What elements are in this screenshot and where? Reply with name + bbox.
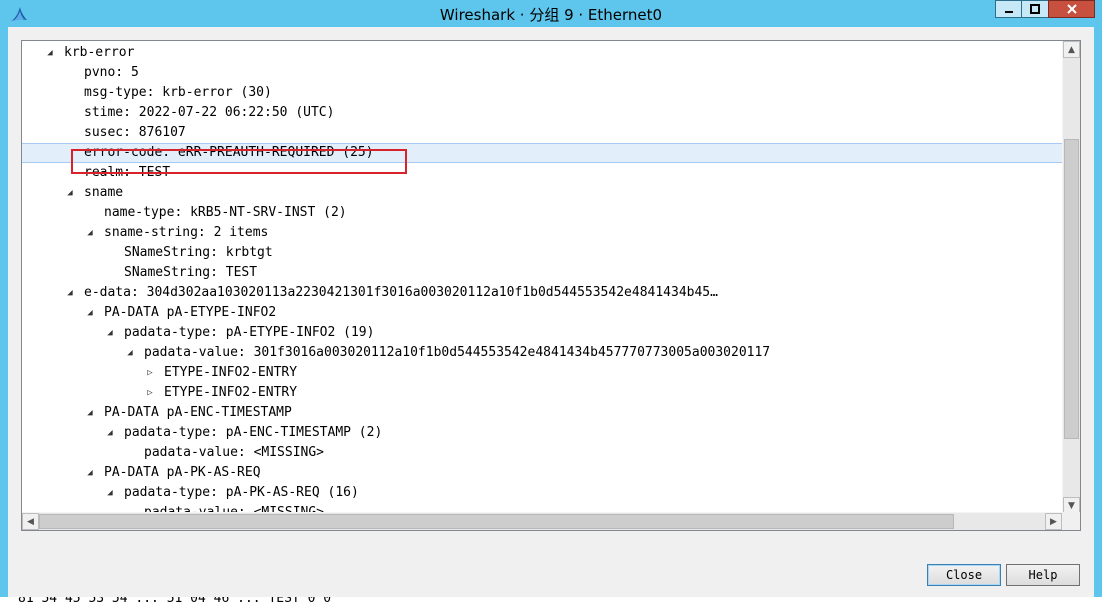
tree-row-label: padata-type: pA-ETYPE-INFO2 (19): [124, 325, 375, 340]
tree-row[interactable]: ▷ ETYPE-INFO2-ENTRY: [22, 383, 1062, 403]
tree-row-label: krb-error: [64, 45, 135, 60]
minimize-icon: [1004, 11, 1013, 13]
tree-row[interactable]: ◢ krb-error: [22, 43, 1062, 63]
tree-row-label: susec: 876107: [84, 125, 186, 140]
tree-row[interactable]: ▷ ETYPE-INFO2-ENTRY: [22, 363, 1062, 383]
tree-row[interactable]: ◢ padata-type: pA-PK-AS-REQ (16): [22, 483, 1062, 503]
scroll-left-button[interactable]: ◀: [22, 513, 39, 530]
expanded-arrow-icon[interactable]: ◢: [124, 343, 136, 363]
expanded-arrow-icon[interactable]: ◢: [84, 223, 96, 243]
window-title: Wireshark · 分组 9 · Ethernet0: [439, 6, 663, 24]
expanded-arrow-icon[interactable]: ◢: [84, 403, 96, 423]
tree-row-label: pvno: 5: [84, 65, 139, 80]
tree-row-label: SNameString: TEST: [124, 265, 258, 280]
maximize-button[interactable]: [1021, 0, 1048, 18]
tree-row-label: msg-type: krb-error (30): [84, 85, 272, 100]
tree-row[interactable]: ◢ padata-value: 301f3016a003020112a10f1b0…: [22, 343, 1062, 363]
tree-row[interactable]: stime: 2022-07-22 06:22:50 (UTC): [22, 103, 1062, 123]
tree-row[interactable]: susec: 876107: [22, 123, 1062, 143]
vertical-scroll-thumb[interactable]: [1064, 139, 1079, 439]
dialog-window: Wireshark · 分组 9 · Ethernet0 ◢ krb-error p…: [0, 0, 1102, 607]
minimize-button[interactable]: [995, 0, 1021, 18]
tree-row[interactable]: msg-type: krb-error (30): [22, 83, 1062, 103]
vertical-scrollbar[interactable]: ▲ ▼: [1062, 41, 1080, 514]
collapsed-arrow-icon[interactable]: ▷: [144, 383, 156, 403]
close-button[interactable]: Close: [927, 564, 1001, 586]
chevron-left-icon: ◀: [27, 516, 34, 527]
expanded-arrow-icon[interactable]: ◢: [104, 323, 116, 343]
expanded-arrow-icon[interactable]: ◢: [64, 183, 76, 203]
tree-row[interactable]: ◢ padata-type: pA-ETYPE-INFO2 (19): [22, 323, 1062, 343]
chevron-right-icon: ▶: [1050, 516, 1057, 527]
expanded-arrow-icon[interactable]: ◢: [84, 303, 96, 323]
chevron-up-icon: ▲: [1068, 44, 1075, 55]
expanded-arrow-icon[interactable]: ◢: [84, 463, 96, 483]
tree-row-label: SNameString: krbtgt: [124, 245, 273, 260]
window-close-button[interactable]: [1048, 0, 1095, 18]
tree-row-label: padata-value: 301f3016a003020112a10f1b0d…: [144, 345, 771, 360]
close-icon: [1066, 4, 1077, 14]
tree-row-label: stime: 2022-07-22 06:22:50 (UTC): [84, 105, 335, 120]
tree-row-label: e-data: 304d302aa103020113a2230421301f30…: [84, 285, 718, 300]
tree-row-label: padata-type: pA-ENC-TIMESTAMP (2): [124, 425, 383, 440]
tree-row-label: padata-value: <MISSING>: [144, 445, 325, 460]
tree-row[interactable]: padata-value: <MISSING>: [22, 443, 1062, 463]
tree-row[interactable]: ◢ PA-DATA pA-ENC-TIMESTAMP: [22, 403, 1062, 423]
scroll-up-button[interactable]: ▲: [1063, 41, 1080, 58]
help-button[interactable]: Help: [1006, 564, 1080, 586]
scroll-right-button[interactable]: ▶: [1045, 513, 1062, 530]
collapsed-arrow-icon[interactable]: ▷: [144, 363, 156, 383]
tree-row-label: PA-DATA pA-PK-AS-REQ: [104, 465, 261, 480]
tree-row-label: sname-string: 2 items: [104, 225, 269, 240]
annotation-highlight-box: [71, 149, 407, 174]
tree-row-label: padata-type: pA-PK-AS-REQ (16): [124, 485, 359, 500]
tree-row-label: PA-DATA pA-ETYPE-INFO2: [104, 305, 277, 320]
tree-row-label: ETYPE-INFO2-ENTRY: [164, 385, 298, 400]
title-bar[interactable]: Wireshark · 分组 9 · Ethernet0: [0, 0, 1102, 27]
tree-row[interactable]: ◢ padata-type: pA-ENC-TIMESTAMP (2): [22, 423, 1062, 443]
packet-details-tree: ◢ krb-error pvno: 5 msg-type: krb-error (30…: [21, 40, 1081, 531]
maximize-icon: [1030, 4, 1040, 14]
tree-viewport: ◢ krb-error pvno: 5 msg-type: krb-error (30…: [22, 41, 1062, 514]
tree-row[interactable]: ◢ sname: [22, 183, 1062, 203]
background-window-strip: 81 54 45 53 54 ... 51 04 46 ... TEST 0 0: [0, 597, 1102, 607]
horizontal-scroll-thumb[interactable]: [39, 514, 954, 529]
horizontal-scrollbar[interactable]: ◀ ▶: [22, 512, 1062, 530]
tree-row[interactable]: SNameString: TEST: [22, 263, 1062, 283]
background-text: 81 54 45 53 54 ... 51 04 46 ... TEST 0 0: [18, 597, 332, 606]
chevron-down-icon: ▼: [1068, 500, 1075, 511]
dialog-body: ◢ krb-error pvno: 5 msg-type: krb-error (30…: [8, 27, 1094, 607]
tree-row-label: PA-DATA pA-ENC-TIMESTAMP: [104, 405, 292, 420]
expanded-arrow-icon[interactable]: ◢: [104, 483, 116, 503]
tree-row-label: sname: [84, 185, 124, 200]
tree-row[interactable]: name-type: kRB5-NT-SRV-INST (2): [22, 203, 1062, 223]
scrollbar-corner: [1062, 512, 1080, 530]
expanded-arrow-icon[interactable]: ◢: [104, 423, 116, 443]
expanded-arrow-icon[interactable]: ◢: [64, 283, 76, 303]
tree-row-label: ETYPE-INFO2-ENTRY: [164, 365, 298, 380]
tree-row[interactable]: ◢ e-data: 304d302aa103020113a2230421301f3…: [22, 283, 1062, 303]
tree-row[interactable]: ◢ sname-string: 2 items: [22, 223, 1062, 243]
expanded-arrow-icon[interactable]: ◢: [44, 43, 56, 63]
tree-row-label: name-type: kRB5-NT-SRV-INST (2): [104, 205, 347, 220]
tree-row[interactable]: SNameString: krbtgt: [22, 243, 1062, 263]
tree-row[interactable]: ◢ PA-DATA pA-PK-AS-REQ: [22, 463, 1062, 483]
tree-row[interactable]: pvno: 5: [22, 63, 1062, 83]
tree-row[interactable]: ◢ PA-DATA pA-ETYPE-INFO2: [22, 303, 1062, 323]
